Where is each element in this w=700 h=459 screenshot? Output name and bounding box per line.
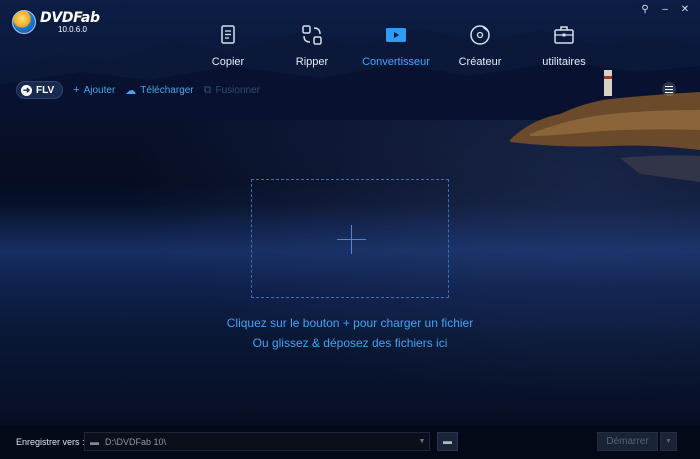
nav-label-copier: Copier — [211, 56, 245, 68]
browse-folder-button[interactable]: ▬ — [437, 432, 458, 451]
dvdfab-logo: DVDFab 10.0.6.0 — [12, 10, 100, 34]
nav-label-convertisseur: Convertisseur — [362, 56, 430, 68]
nav-label-createur: Créateur — [458, 56, 502, 68]
utilities-icon — [554, 26, 574, 44]
add-button[interactable]: + Ajouter — [73, 84, 115, 96]
merge-label: Fusionner — [215, 84, 260, 96]
folder-icon: ▬ — [90, 436, 99, 447]
drop-hint-line2: Ou glissez & déposez des fichiers ici — [252, 336, 448, 350]
creator-icon — [470, 25, 490, 45]
ripper-icon — [302, 25, 322, 45]
nav-utilitaires[interactable]: utilitaires — [522, 22, 606, 68]
add-label: Ajouter — [83, 84, 116, 96]
open-folder-icon: ▬ — [443, 436, 452, 446]
nav-ripper[interactable]: Ripper — [270, 22, 354, 68]
chevron-down-icon[interactable]: ▼ — [415, 438, 429, 445]
merge-button[interactable]: ⧉ Fusionner — [204, 84, 260, 97]
window-controls: ⚲ – ✕ — [638, 4, 692, 16]
bottom-bar: Enregistrer vers : ▬ ▼ ▬ Démarrer ▼ — [0, 425, 700, 459]
chevron-down-icon: ▼ — [665, 438, 672, 445]
nav-label-utilitaires: utilitaires — [542, 56, 586, 68]
nav-convertisseur[interactable]: Convertisseur — [354, 22, 438, 68]
converter-toolbar: ➜ FLV + Ajouter ☁ Télécharger ⧉ Fusionne… — [16, 81, 260, 99]
nav-copier[interactable]: Copier — [186, 22, 270, 68]
minimize-icon[interactable]: – — [658, 4, 672, 16]
start-button[interactable]: Démarrer — [597, 432, 658, 451]
output-path-input[interactable] — [105, 436, 415, 447]
output-path-field[interactable]: ▬ ▼ — [84, 432, 430, 451]
file-drop-zone[interactable] — [251, 179, 449, 298]
drop-hint-line1: Cliquez sur le bouton + pour charger un … — [226, 316, 474, 330]
pin-icon[interactable]: ⚲ — [638, 4, 652, 16]
app-version: 10.0.6.0 — [58, 25, 87, 34]
download-label: Télécharger — [140, 84, 194, 96]
plus-icon: + — [73, 84, 80, 96]
start-options-button[interactable]: ▼ — [660, 432, 677, 451]
app-name: DVDFab — [40, 10, 100, 26]
nav-createur[interactable]: Créateur — [438, 22, 522, 68]
converter-icon — [386, 28, 406, 42]
dvdfab-window: DVDFab 10.0.6.0 ⚲ – ✕ Copier Ripper Conv… — [0, 0, 700, 459]
download-button[interactable]: ☁ Télécharger — [125, 84, 193, 97]
copy-icon — [221, 25, 235, 44]
dvdfab-logo-icon — [12, 10, 36, 34]
profile-selector-button[interactable]: ➜ FLV — [16, 81, 64, 99]
cloud-download-icon: ☁ — [125, 84, 137, 97]
add-file-plus-icon-vertical — [351, 225, 352, 254]
merge-icon: ⧉ — [203, 83, 212, 96]
save-to-label: Enregistrer vers : — [16, 437, 85, 447]
arrow-right-icon: ➜ — [21, 84, 32, 96]
profile-label: FLV — [36, 84, 55, 96]
close-icon[interactable]: ✕ — [678, 4, 692, 16]
nav-label-ripper: Ripper — [295, 56, 329, 68]
main-nav: Copier Ripper Convertisseur Créateur uti… — [186, 22, 606, 68]
menu-icon[interactable] — [662, 82, 676, 96]
